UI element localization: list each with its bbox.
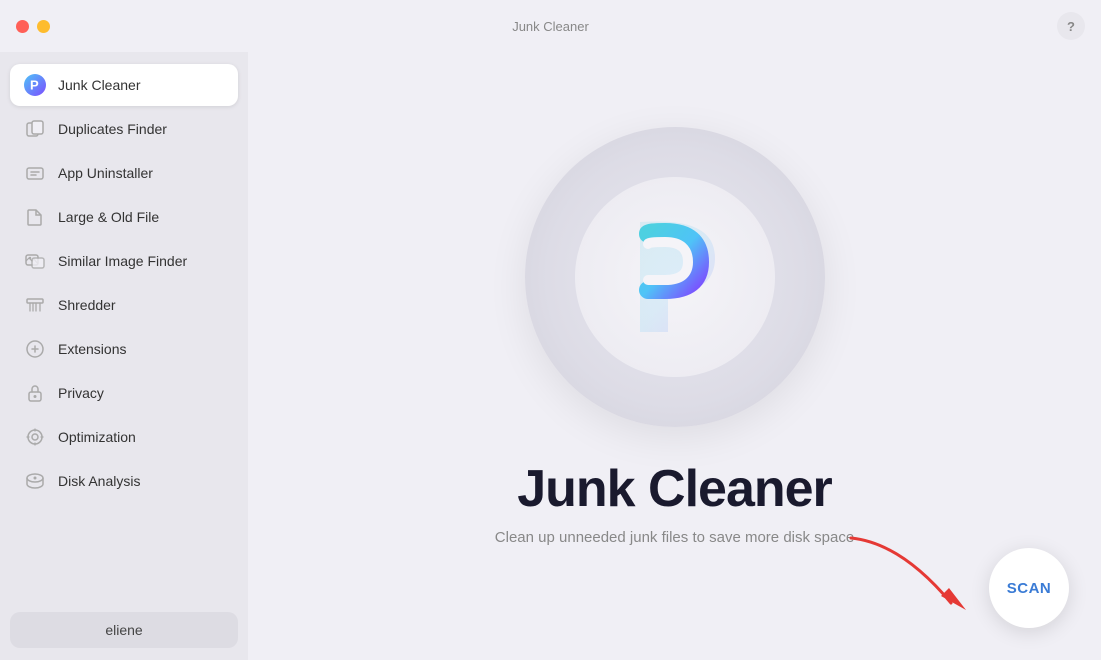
- sidebar-item-duplicates-finder[interactable]: Duplicates Finder: [10, 108, 238, 150]
- optimization-icon: [24, 426, 46, 448]
- disk-analysis-icon: [24, 470, 46, 492]
- user-button[interactable]: eliene: [10, 612, 238, 648]
- sidebar-item-disk-analysis[interactable]: Disk Analysis: [10, 460, 238, 502]
- sidebar-item-optimization-label: Optimization: [58, 429, 136, 445]
- app-subtitle: Clean up unneeded junk files to save mor…: [495, 529, 854, 546]
- scan-button[interactable]: SCAN: [989, 548, 1069, 628]
- shredder-icon: [24, 294, 46, 316]
- sidebar-item-privacy[interactable]: Privacy: [10, 372, 238, 414]
- logo-inner-circle: [575, 177, 775, 377]
- sidebar-item-large-old-file[interactable]: Large & Old File: [10, 196, 238, 238]
- content-area: Junk Cleaner Clean up unneeded junk file…: [248, 52, 1101, 660]
- sidebar-item-shredder[interactable]: Shredder: [10, 284, 238, 326]
- scan-button-container: SCAN: [989, 548, 1069, 628]
- sidebar-item-large-old-file-label: Large & Old File: [58, 209, 159, 225]
- app-title: Junk Cleaner: [517, 459, 832, 519]
- sidebar-item-app-uninstaller-label: App Uninstaller: [58, 165, 153, 181]
- sidebar-item-shredder-label: Shredder: [58, 297, 116, 313]
- minimize-button[interactable]: [37, 20, 50, 33]
- duplicates-icon: [24, 118, 46, 140]
- sidebar-item-junk-cleaner-label: Junk Cleaner: [58, 77, 141, 93]
- arrow-indicator: [841, 528, 961, 608]
- sidebar-item-privacy-label: Privacy: [58, 385, 104, 401]
- sidebar-item-disk-analysis-label: Disk Analysis: [58, 473, 140, 489]
- app-logo: [620, 212, 730, 342]
- sidebar-item-optimization[interactable]: Optimization: [10, 416, 238, 458]
- privacy-icon: [24, 382, 46, 404]
- logo-outer-circle: [525, 127, 825, 427]
- sidebar-item-junk-cleaner[interactable]: P Junk Cleaner: [10, 64, 238, 106]
- close-button[interactable]: [16, 20, 29, 33]
- svg-text:P: P: [30, 78, 39, 93]
- traffic-lights: [16, 20, 50, 33]
- junk-cleaner-icon: P: [24, 74, 46, 96]
- sidebar: P Junk Cleaner Duplicates Finder: [0, 52, 248, 660]
- sidebar-item-extensions[interactable]: Extensions: [10, 328, 238, 370]
- sidebar-item-similar-image-finder-label: Similar Image Finder: [58, 253, 187, 269]
- main-layout: P Junk Cleaner Duplicates Finder: [0, 52, 1101, 660]
- window-title: Junk Cleaner: [512, 19, 589, 34]
- large-file-icon: [24, 206, 46, 228]
- sidebar-item-extensions-label: Extensions: [58, 341, 126, 357]
- titlebar: Junk Cleaner ?: [0, 0, 1101, 52]
- sidebar-item-similar-image-finder[interactable]: Similar Image Finder: [10, 240, 238, 282]
- extensions-icon: [24, 338, 46, 360]
- sidebar-item-duplicates-label: Duplicates Finder: [58, 121, 167, 137]
- similar-image-icon: [24, 250, 46, 272]
- sidebar-item-app-uninstaller[interactable]: App Uninstaller: [10, 152, 238, 194]
- help-button[interactable]: ?: [1057, 12, 1085, 40]
- uninstaller-icon: [24, 162, 46, 184]
